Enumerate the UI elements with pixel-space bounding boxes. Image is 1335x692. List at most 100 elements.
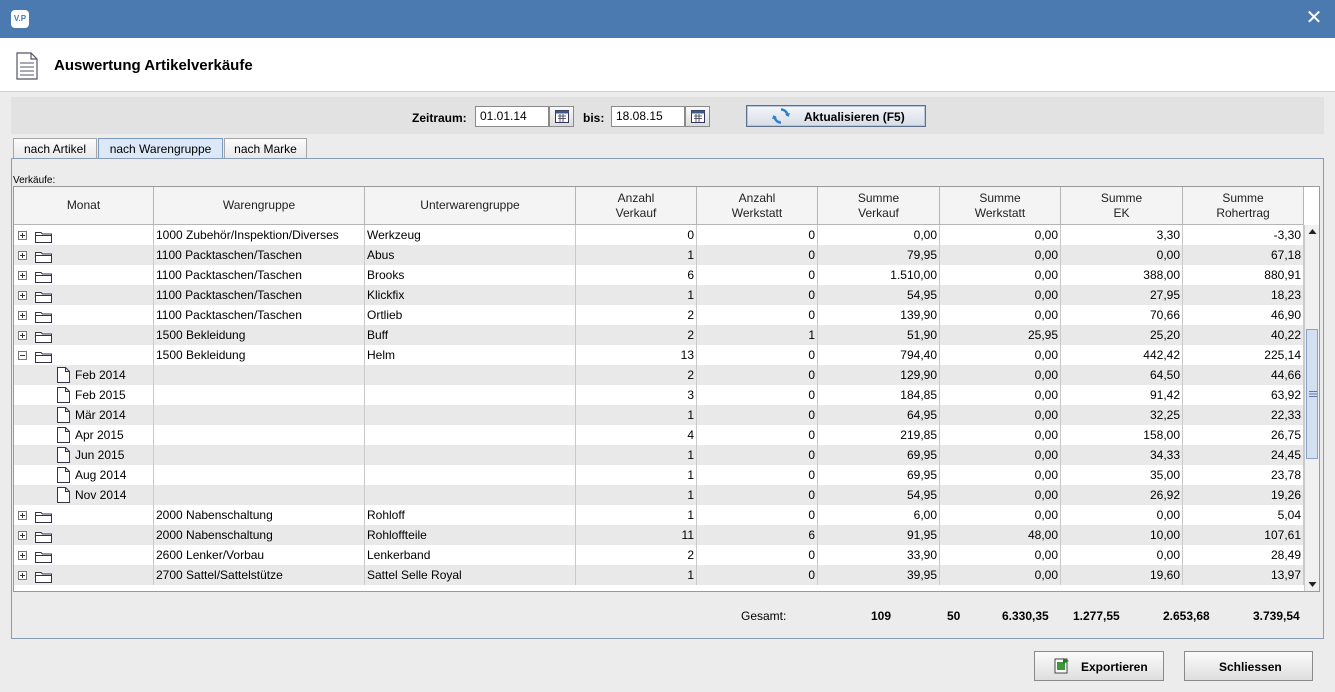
cell-sum-ek: 0,00 <box>1061 545 1183 565</box>
table-row[interactable]: Apr 2015 4 0 219,85 0,00 158,00 26,75 <box>14 425 1304 445</box>
header-summe-werkstatt[interactable]: Summe Werkstatt <box>940 187 1061 225</box>
calendar-icon <box>555 110 569 123</box>
cell-unterwarengruppe <box>365 465 576 485</box>
header-anzahl-verkauf[interactable]: Anzahl Verkauf <box>576 187 697 225</box>
cell-sum-werkstatt: 0,00 <box>940 545 1061 565</box>
close-button[interactable]: Schliessen <box>1184 651 1313 681</box>
scroll-thumb[interactable] <box>1306 329 1318 459</box>
cell-sum-rohertrag: 67,18 <box>1183 245 1304 265</box>
table-row[interactable]: 2700 Sattel/Sattelstütze Sattel Selle Roy… <box>14 565 1304 585</box>
collapse-icon[interactable] <box>18 351 27 360</box>
expand-icon[interactable] <box>18 271 27 280</box>
expand-icon[interactable] <box>18 551 27 560</box>
cell-anz-verkauf: 1 <box>576 505 697 525</box>
table-row[interactable]: 1100 Packtaschen/Taschen Brooks 6 0 1.510,00… <box>14 265 1304 285</box>
expand-icon[interactable] <box>18 311 27 320</box>
table-row[interactable]: Feb 2015 3 0 184,85 0,00 91,42 63,92 <box>14 385 1304 405</box>
header-monat[interactable]: Monat <box>14 187 154 225</box>
table-row[interactable]: 1500 Bekleidung Buff 2 1 51,90 25,95 25,20 40,2… <box>14 325 1304 345</box>
tab-nach-warengruppe[interactable]: nach Warengruppe <box>98 138 223 159</box>
table-row[interactable]: Aug 2014 1 0 69,95 0,00 35,00 23,78 <box>14 465 1304 485</box>
tab-nach-artikel[interactable]: nach Artikel <box>13 138 97 159</box>
from-date-field[interactable]: 01.01.14 <box>475 106 549 127</box>
cell-sum-ek: 35,00 <box>1061 465 1183 485</box>
cell-sum-verkauf: 54,95 <box>818 285 940 305</box>
file-icon <box>57 427 70 445</box>
expand-icon[interactable] <box>18 531 27 540</box>
cell-sum-verkauf: 6,00 <box>818 505 940 525</box>
header-warengruppe[interactable]: Warengruppe <box>154 187 365 225</box>
scroll-down-icon[interactable] <box>1305 577 1320 591</box>
expand-icon[interactable] <box>18 511 27 520</box>
cell-anz-werkstatt: 0 <box>697 285 818 305</box>
expand-icon[interactable] <box>18 251 27 260</box>
vertical-scrollbar[interactable] <box>1304 225 1319 591</box>
table-row[interactable]: Feb 2014 2 0 129,90 0,00 64,50 44,66 <box>14 365 1304 385</box>
header-unterwarengruppe[interactable]: Unterwarengruppe <box>365 187 576 225</box>
cell-sum-verkauf: 1.510,00 <box>818 265 940 285</box>
cell-month: Apr 2015 <box>14 425 154 445</box>
table-row[interactable]: Mär 2014 1 0 64,95 0,00 32,25 22,33 <box>14 405 1304 425</box>
cell-sum-werkstatt: 0,00 <box>940 445 1061 465</box>
expand-icon[interactable] <box>18 331 27 340</box>
expand-icon[interactable] <box>18 571 27 580</box>
cell-sum-verkauf: 54,95 <box>818 485 940 505</box>
cell-anz-verkauf: 2 <box>576 545 697 565</box>
expand-icon[interactable] <box>18 231 27 240</box>
table-row[interactable]: 1100 Packtaschen/Taschen Abus 1 0 79,95 0,00 0… <box>14 245 1304 265</box>
cell-anz-verkauf: 1 <box>576 565 697 585</box>
to-calendar-button[interactable] <box>685 106 710 127</box>
cell-sum-rohertrag: 26,75 <box>1183 425 1304 445</box>
cell-anz-werkstatt: 0 <box>697 485 818 505</box>
cell-sum-verkauf: 64,95 <box>818 405 940 425</box>
cell-warengruppe <box>154 425 365 445</box>
export-button[interactable]: Exportieren <box>1034 651 1164 681</box>
table-row[interactable]: 2600 Lenker/Vorbau Lenkerband 2 0 33,90 0,00 0… <box>14 545 1304 565</box>
cell-anz-verkauf: 6 <box>576 265 697 285</box>
table-row[interactable]: 2000 Nabenschaltung Rohloffteile 11 6 91,95 4… <box>14 525 1304 545</box>
table-row[interactable]: 2000 Nabenschaltung Rohloff 1 0 6,00 0,00 0,00… <box>14 505 1304 525</box>
cell-anz-werkstatt: 0 <box>697 465 818 485</box>
cell-month <box>14 245 154 265</box>
cell-month: Aug 2014 <box>14 465 154 485</box>
cell-unterwarengruppe: Rohloff <box>365 505 576 525</box>
cell-sum-ek: 442,42 <box>1061 345 1183 365</box>
cell-warengruppe: 1100 Packtaschen/Taschen <box>154 285 365 305</box>
cell-unterwarengruppe: Werkzeug <box>365 225 576 245</box>
cell-anz-verkauf: 1 <box>576 245 697 265</box>
expand-icon[interactable] <box>18 291 27 300</box>
month-label: Jun 2015 <box>75 448 125 462</box>
table-row[interactable]: 1100 Packtaschen/Taschen Ortlieb 2 0 139,90 0… <box>14 305 1304 325</box>
cell-sum-werkstatt: 0,00 <box>940 345 1061 365</box>
tab-nach-marke[interactable]: nach Marke <box>224 138 307 159</box>
header-summe-rohertrag[interactable]: Summe Rohertrag <box>1183 187 1304 225</box>
table-row[interactable]: Nov 2014 1 0 54,95 0,00 26,92 19,26 <box>14 485 1304 505</box>
cell-sum-ek: 64,50 <box>1061 365 1183 385</box>
table-row[interactable]: 1500 Bekleidung Helm 13 0 794,40 0,00 442,42 22… <box>14 345 1304 365</box>
refresh-label: Aktualisieren (F5) <box>804 110 905 124</box>
header-summe-verkauf[interactable]: Summe Verkauf <box>818 187 940 225</box>
app-icon: V.P <box>11 10 29 28</box>
refresh-button[interactable]: Aktualisieren (F5) <box>746 105 926 127</box>
cell-unterwarengruppe: Klickfix <box>365 285 576 305</box>
table-row[interactable]: Jun 2015 1 0 69,95 0,00 34,33 24,45 <box>14 445 1304 465</box>
table-row-partial[interactable] <box>14 585 1304 591</box>
file-icon <box>57 387 70 405</box>
cell-anz-verkauf: 1 <box>576 285 697 305</box>
header-summe-ek[interactable]: Summe EK <box>1061 187 1183 225</box>
from-calendar-button[interactable] <box>549 106 574 127</box>
cell-sum-werkstatt: 0,00 <box>940 225 1061 245</box>
close-window-icon[interactable]: ✕ <box>1302 6 1326 30</box>
to-date-field[interactable]: 18.08.15 <box>611 106 685 127</box>
cell-sum-ek: 10,00 <box>1061 525 1183 545</box>
folder-icon <box>35 509 52 525</box>
table-row[interactable]: 1100 Packtaschen/Taschen Klickfix 1 0 54,95 0… <box>14 285 1304 305</box>
column-header-label: Summe Werkstatt <box>974 190 1026 220</box>
header-anzahl-werkstatt[interactable]: Anzahl Werkstatt <box>697 187 818 225</box>
cell-sum-werkstatt: 0,00 <box>940 245 1061 265</box>
sales-table: Monat Warengruppe Unterwarengruppe Anzahl V… <box>13 186 1320 592</box>
table-row[interactable]: 1000 Zubehör/Inspektion/Diverses Werkzeug… <box>14 225 1304 245</box>
scroll-up-icon[interactable] <box>1305 225 1320 239</box>
folder-icon <box>35 249 52 265</box>
grip-icon <box>1309 391 1317 397</box>
